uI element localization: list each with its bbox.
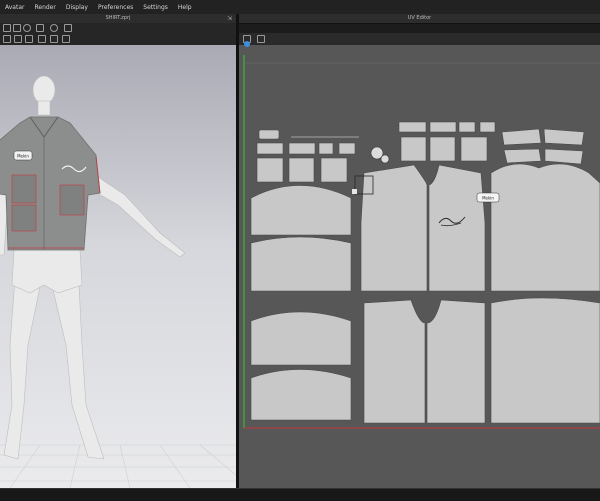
menu-avatar[interactable]: Avatar — [0, 4, 29, 11]
uv-piece[interactable] — [256, 157, 284, 183]
texture-icon[interactable] — [38, 35, 46, 43]
uv-piece[interactable] — [318, 142, 334, 155]
shirt-garment: Mekin — [0, 116, 101, 251]
uv-layout: Mekin — [243, 41, 600, 429]
uv-piece[interactable] — [398, 121, 427, 133]
uv-piece[interactable] — [288, 142, 316, 155]
uv-piece[interactable] — [460, 136, 488, 162]
viewport-title: SHIRT.zprj — [105, 15, 131, 21]
move-icon[interactable] — [13, 24, 21, 32]
uv-piece[interactable] — [400, 136, 427, 162]
scale-icon[interactable] — [36, 24, 44, 32]
menu-bar: Avatar Render Display Preferences Settin… — [0, 0, 600, 14]
uv-piece[interactable] — [458, 121, 476, 133]
uv-editor-canvas[interactable]: Mekin — [239, 33, 600, 488]
select-icon[interactable] — [3, 24, 11, 32]
menu-render[interactable]: Render — [29, 4, 60, 11]
uv-patterns — [250, 121, 600, 424]
uv-piece[interactable] — [338, 142, 356, 155]
avatar-scene: Mekin — [0, 75, 236, 488]
uv-piece[interactable] — [429, 136, 456, 162]
floor-grid — [0, 444, 236, 488]
uv-piece[interactable] — [256, 142, 284, 155]
uv-piece[interactable] — [501, 128, 542, 146]
rotate-icon[interactable] — [23, 24, 31, 32]
uv-piece[interactable] — [543, 128, 585, 146]
3d-viewport[interactable]: Mekin — [0, 45, 236, 488]
uv-origin-marker[interactable] — [244, 41, 250, 47]
uv-piece-back-lower[interactable] — [490, 297, 600, 424]
menu-preferences[interactable]: Preferences — [93, 4, 138, 11]
camera-icon[interactable] — [64, 24, 72, 32]
uv-editor-header: UV Editor — [239, 14, 600, 24]
uv-piece[interactable] — [544, 148, 584, 165]
uv-handle[interactable] — [352, 189, 357, 194]
menu-help[interactable]: Help — [173, 4, 197, 11]
uv-piece[interactable] — [288, 157, 315, 183]
uv-button-piece[interactable] — [380, 154, 390, 164]
uv-editor-title: UV Editor — [407, 15, 432, 21]
uv-piece[interactable] — [320, 157, 348, 183]
uv-piece[interactable] — [479, 121, 496, 133]
pin-icon[interactable] — [62, 35, 70, 43]
uv-piece-front-lower-left[interactable] — [363, 299, 426, 424]
view-icon[interactable] — [3, 35, 11, 43]
uv-piece[interactable] — [429, 121, 457, 133]
menu-display[interactable]: Display — [61, 4, 93, 11]
uv-piece[interactable] — [258, 129, 280, 140]
viewport-toolbar — [0, 23, 236, 33]
uv-piece[interactable] — [503, 148, 542, 164]
light-icon[interactable] — [14, 35, 22, 43]
wireframe-icon[interactable] — [50, 35, 58, 43]
uv-piece-front-lower-right[interactable] — [426, 299, 486, 424]
uv-piece-sleeve[interactable] — [250, 236, 352, 292]
avatar-icon[interactable] — [50, 24, 58, 32]
uv-piece-sleeve[interactable] — [250, 185, 352, 236]
uv-piece-back[interactable] — [490, 163, 600, 292]
shirt-patch-text: Mekin — [17, 154, 29, 159]
uv-piece-sleeve[interactable] — [250, 369, 352, 421]
uv-piece-front-right[interactable] — [428, 164, 486, 292]
grid-icon[interactable] — [25, 35, 33, 43]
viewport-toolbar-secondary — [0, 33, 236, 45]
menu-settings[interactable]: Settings — [138, 4, 173, 11]
uv-logo-patch-text: Mekin — [482, 196, 494, 201]
status-bar — [0, 488, 600, 501]
expand-icon[interactable]: ⇲ — [227, 14, 232, 23]
uv-piece-front-left[interactable] — [360, 164, 428, 292]
uv-piece-sleeve[interactable] — [250, 311, 352, 366]
